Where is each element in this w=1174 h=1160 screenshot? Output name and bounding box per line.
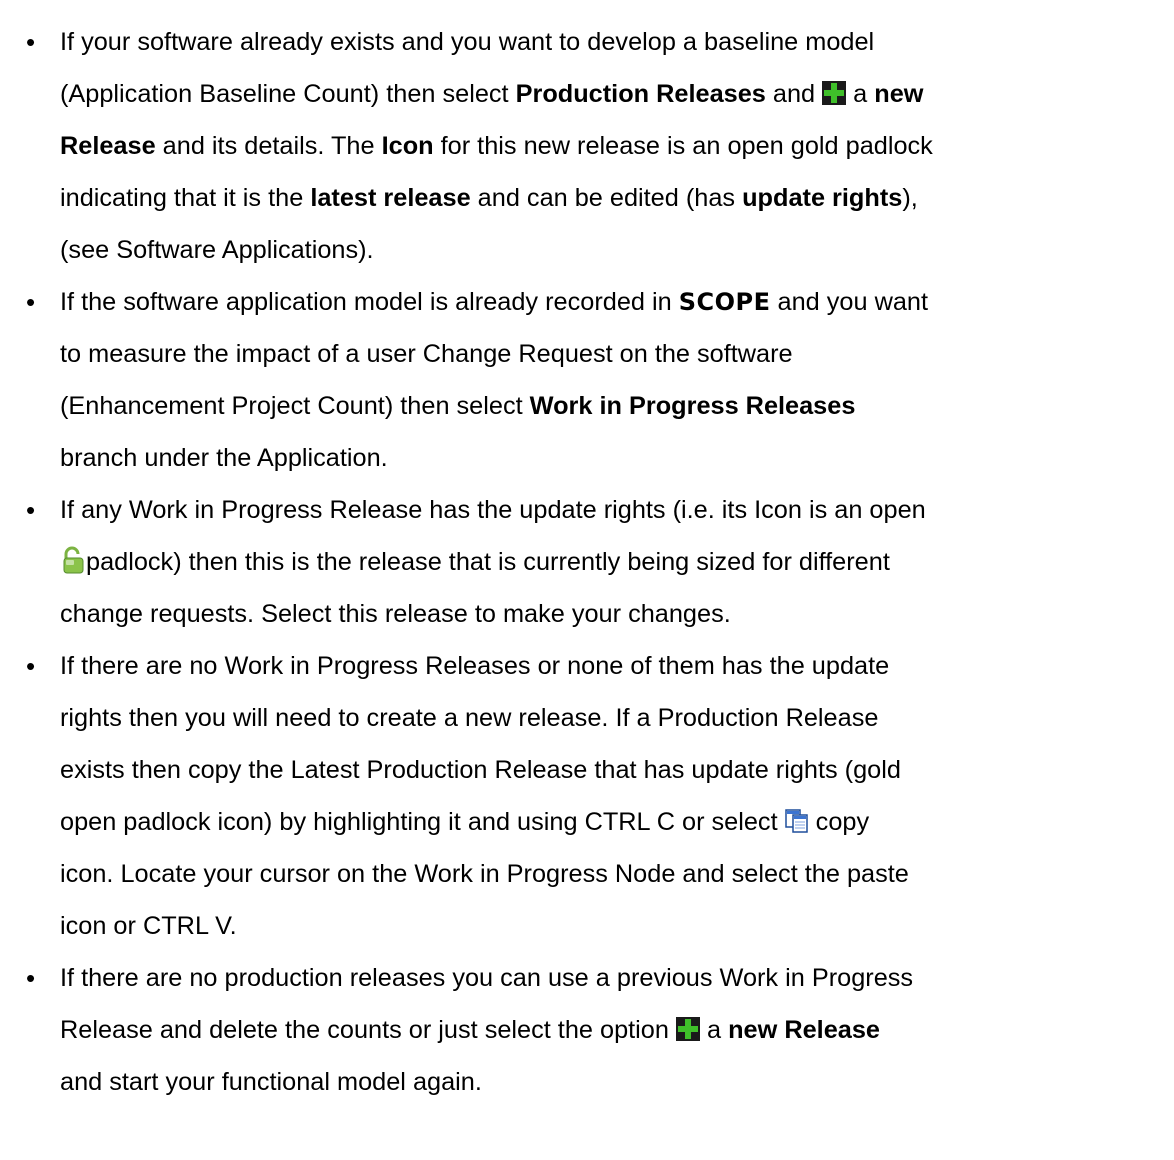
bold-term: Work in Progress Releases bbox=[529, 392, 856, 420]
bold-term: Icon bbox=[381, 132, 434, 160]
text-run: If your software already exists and you … bbox=[60, 28, 875, 56]
bullet-item: • If your software already exists and you… bbox=[0, 16, 1174, 276]
text-run: ), bbox=[902, 184, 918, 212]
text-line: Release and delete the counts or just se… bbox=[60, 1004, 880, 1056]
text-run: to measure the impact of a user Change R… bbox=[60, 340, 793, 368]
text-run: branch under the Application. bbox=[60, 444, 388, 472]
copy-icon bbox=[784, 799, 809, 833]
text-line: (Enhancement Project Count) then select … bbox=[60, 380, 855, 432]
text-line: Release and its details. The Icon for th… bbox=[60, 120, 933, 172]
bullet-item: • If any Work in Progress Release has the… bbox=[0, 484, 1174, 640]
text-line: branch under the Application. bbox=[60, 432, 388, 484]
text-run: change requests. Select this release to … bbox=[60, 600, 731, 628]
add-icon bbox=[675, 1017, 700, 1041]
text-line: If there are no production releases you … bbox=[60, 952, 913, 1004]
bullet-marker: • bbox=[26, 287, 36, 317]
text-run: Release and delete the counts or just se… bbox=[60, 1016, 676, 1044]
text-run: and start your functional model again. bbox=[60, 1068, 482, 1096]
text-line: and start your functional model again. bbox=[60, 1056, 482, 1108]
padlock-icon bbox=[60, 540, 86, 574]
bold-term: latest release bbox=[310, 184, 471, 212]
text-line: exists then copy the Latest Production R… bbox=[60, 744, 901, 796]
text-run: and can be edited (has bbox=[470, 184, 743, 212]
text-line: If your software already exists and you … bbox=[60, 16, 874, 68]
text-run: for this new release is an open gold pad… bbox=[433, 132, 933, 160]
text-run: open padlock icon) by highlighting it an… bbox=[60, 808, 785, 836]
text-line: If any Work in Progress Release has the … bbox=[60, 484, 926, 536]
text-line: open padlock icon) by highlighting it an… bbox=[60, 796, 869, 848]
add-icon bbox=[822, 81, 847, 105]
text-line: (Application Baseline Count) then select… bbox=[60, 68, 923, 120]
text-run: icon. Locate your cursor on the Work in … bbox=[60, 860, 909, 888]
bullet-marker: • bbox=[26, 27, 36, 57]
text-run: a bbox=[699, 1016, 729, 1044]
text-run: (see Software Applications). bbox=[60, 236, 374, 264]
scope-product-name: SCOPE bbox=[678, 288, 771, 316]
text-run: (Enhancement Project Count) then select bbox=[60, 392, 530, 420]
text-line: icon or CTRL V. bbox=[60, 900, 237, 952]
bold-term: Production Releases bbox=[515, 80, 766, 108]
text-run: copy bbox=[808, 808, 870, 836]
text-line: to measure the impact of a user Change R… bbox=[60, 328, 793, 380]
text-run: If there are no production releases you … bbox=[60, 964, 914, 992]
text-run: If the software application model is alr… bbox=[60, 288, 679, 316]
text-run: If any Work in Progress Release has the … bbox=[60, 496, 926, 524]
text-run: and bbox=[765, 80, 823, 108]
text-run: rights then you will need to create a ne… bbox=[60, 704, 879, 732]
bullet-item: • If there are no Work in Progress Releas… bbox=[0, 640, 1174, 952]
text-run: (Application Baseline Count) then select bbox=[60, 80, 516, 108]
text-run: If there are no Work in Progress Release… bbox=[60, 652, 890, 680]
bullet-item: • If the software application model is al… bbox=[0, 276, 1174, 484]
text-line: icon. Locate your cursor on the Work in … bbox=[60, 848, 909, 900]
text-line: If the software application model is alr… bbox=[60, 276, 928, 328]
text-line: If there are no Work in Progress Release… bbox=[60, 640, 889, 692]
text-run: exists then copy the Latest Production R… bbox=[60, 756, 901, 784]
bullet-item: • If there are no production releases yo… bbox=[0, 952, 1174, 1108]
text-line: (see Software Applications). bbox=[60, 224, 374, 276]
text-line: indicating that it is the latest release… bbox=[60, 172, 918, 224]
text-run: and its details. The bbox=[155, 132, 382, 160]
bold-term: new bbox=[874, 80, 924, 108]
bold-term: new Release bbox=[728, 1016, 880, 1044]
text-line: change requests. Select this release to … bbox=[60, 588, 731, 640]
text-run: a bbox=[846, 80, 875, 108]
text-run: icon or CTRL V. bbox=[60, 912, 237, 940]
text-run: and you want bbox=[770, 288, 929, 316]
bullet-marker: • bbox=[26, 651, 36, 681]
bold-term: Release bbox=[60, 132, 156, 160]
text-run: indicating that it is the bbox=[60, 184, 311, 212]
text-run: padlock) then this is the release that i… bbox=[86, 548, 890, 576]
bullet-marker: • bbox=[26, 963, 36, 993]
bold-term: update rights bbox=[742, 184, 903, 212]
bullet-marker: • bbox=[26, 495, 36, 525]
text-line: rights then you will need to create a ne… bbox=[60, 692, 878, 744]
text-line: padlock) then this is the release that i… bbox=[60, 536, 890, 588]
